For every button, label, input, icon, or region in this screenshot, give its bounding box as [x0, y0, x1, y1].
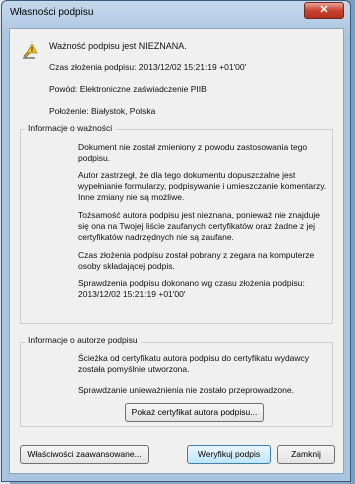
author-paragraph: Sprawdzanie unieważnienia nie zostało pr…	[78, 385, 294, 395]
signature-warning-icon	[23, 43, 38, 59]
signing-time: Czas złożenia podpisu: 2013/12/02 15:21:…	[49, 62, 247, 72]
verify-signature-button[interactable]: Weryfikuj podpis	[187, 445, 271, 464]
validity-paragraph: Dokument nie został zmieniony z powodu z…	[78, 142, 308, 163]
advanced-properties-button[interactable]: Właściwości zaawansowane...	[20, 445, 149, 464]
signing-reason: Powód: Elektroniczne zaświadczenie PIIB	[49, 84, 207, 94]
validity-heading: Informacje o ważności	[25, 123, 116, 133]
dialog-content: Ważność podpisu jest NIEZNANA. Czas złoż…	[9, 28, 344, 474]
author-paragraph: Ścieżka od certyfikatu autora podpisu do…	[78, 353, 310, 374]
show-certificate-button[interactable]: Pokaż certyfikat autora podpisu...	[125, 403, 264, 422]
window-close-button[interactable]: ✕	[304, 2, 344, 19]
validity-paragraph: Czas złożenia podpisu został pobrany z z…	[78, 250, 315, 271]
validity-paragraph: Tożsamość autora podpisu jest nieznana, …	[78, 210, 320, 242]
signing-location: Położenie: Białystok, Polska	[49, 106, 156, 116]
signature-properties-dialog: Własności podpisu ✕ Ważność podpisu jest…	[1, 0, 351, 482]
author-heading: Informacje o autorze podpisu	[25, 335, 141, 345]
title-bar[interactable]: Własności podpisu ✕	[2, 1, 350, 27]
dialog-title: Własności podpisu	[10, 7, 94, 18]
validity-paragraph: Sprawdzenia podpisu dokonano wg czasu zł…	[78, 278, 305, 299]
signature-status: Ważność podpisu jest NIEZNANA.	[49, 41, 187, 51]
validity-paragraph: Autor zastrzegł, że dla tego dokumentu d…	[78, 170, 327, 202]
close-button[interactable]: Zamknij	[277, 445, 335, 464]
